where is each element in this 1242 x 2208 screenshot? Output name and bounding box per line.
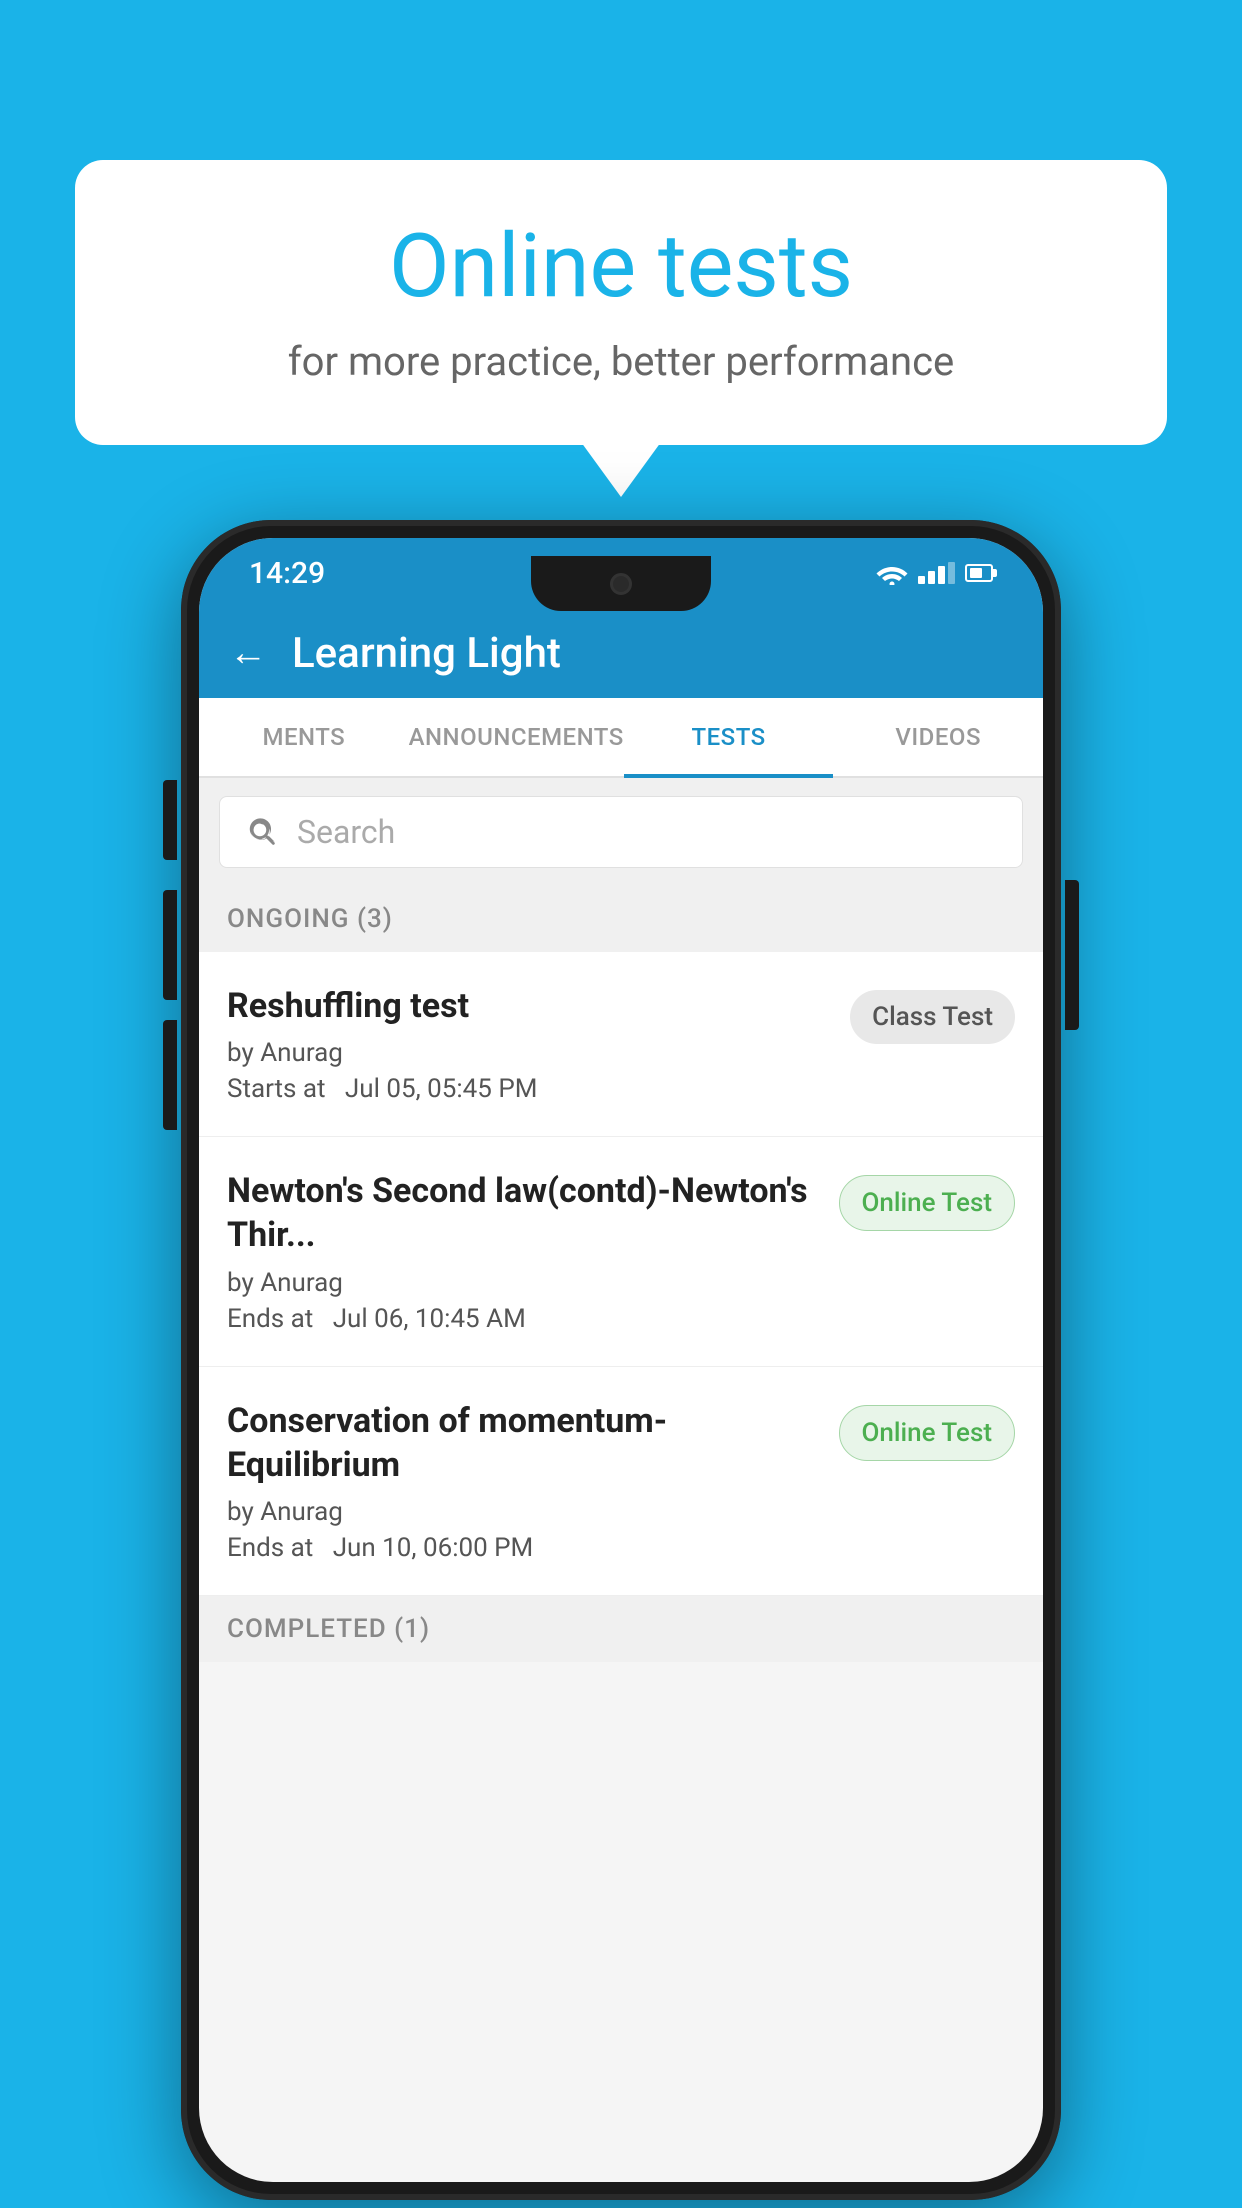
test-list: Reshuffling test by Anurag Starts at Jul… (199, 952, 1043, 1596)
battery-tip (993, 569, 997, 577)
signal-icon (918, 562, 955, 584)
test-name-1: Reshuffling test (227, 984, 830, 1028)
back-button[interactable]: ← (229, 634, 267, 672)
search-placeholder[interactable]: Search (297, 813, 395, 851)
test-item-2[interactable]: Newton's Second law(contd)-Newton's Thir… (199, 1137, 1043, 1366)
test-by-3: by Anurag (227, 1497, 819, 1527)
test-time-3: Ends at Jun 10, 06:00 PM (227, 1533, 819, 1563)
test-badge-3: Online Test (839, 1405, 1016, 1461)
test-item-1[interactable]: Reshuffling test by Anurag Starts at Jul… (199, 952, 1043, 1137)
search-bar[interactable]: Search (219, 796, 1023, 868)
search-icon (245, 815, 279, 849)
power-button (1065, 880, 1079, 1030)
tab-videos[interactable]: VIDEOS (833, 698, 1043, 776)
test-name-3: Conservation of momentum-Equilibrium (227, 1399, 819, 1487)
tab-tests[interactable]: TESTS (624, 698, 834, 776)
app-header: ← Learning Light (199, 608, 1043, 698)
volume-up-button (163, 780, 177, 860)
wifi-icon (876, 561, 908, 585)
app-title: Learning Light (292, 629, 561, 678)
speech-bubble: Online tests for more practice, better p… (75, 160, 1167, 445)
bubble-title: Online tests (135, 215, 1107, 318)
tab-announcements[interactable]: ANNOUNCEMENTS (409, 698, 624, 776)
test-time-1: Starts at Jul 05, 05:45 PM (227, 1074, 830, 1104)
tab-bar: MENTS ANNOUNCEMENTS TESTS VIDEOS (199, 698, 1043, 778)
volume-down-button (163, 890, 177, 1000)
status-time: 14:29 (249, 556, 325, 591)
completed-section-header: COMPLETED (1) (199, 1596, 1043, 1662)
test-by-2: by Anurag (227, 1268, 819, 1298)
search-container: Search (199, 778, 1043, 886)
test-badge-2: Online Test (839, 1175, 1016, 1231)
test-item-3[interactable]: Conservation of momentum-Equilibrium by … (199, 1367, 1043, 1596)
front-camera (610, 573, 632, 595)
test-badge-1: Class Test (850, 990, 1015, 1044)
ongoing-section-header: ONGOING (3) (199, 886, 1043, 952)
test-info-2: Newton's Second law(contd)-Newton's Thir… (227, 1169, 819, 1333)
bubble-subtitle: for more practice, better performance (135, 338, 1107, 385)
phone-screen: 14:29 (199, 538, 1043, 2182)
test-by-1: by Anurag (227, 1038, 830, 1068)
tab-ments[interactable]: MENTS (199, 698, 409, 776)
phone-container: 14:29 (181, 520, 1061, 2200)
test-name-2: Newton's Second law(contd)-Newton's Thir… (227, 1169, 819, 1257)
battery-icon (965, 564, 993, 582)
test-time-2: Ends at Jul 06, 10:45 AM (227, 1304, 819, 1334)
test-info-1: Reshuffling test by Anurag Starts at Jul… (227, 984, 830, 1104)
test-info-3: Conservation of momentum-Equilibrium by … (227, 1399, 819, 1563)
status-icons (876, 561, 993, 585)
camera-button (163, 1020, 177, 1130)
phone-notch (531, 556, 711, 611)
battery-fill (970, 568, 982, 578)
